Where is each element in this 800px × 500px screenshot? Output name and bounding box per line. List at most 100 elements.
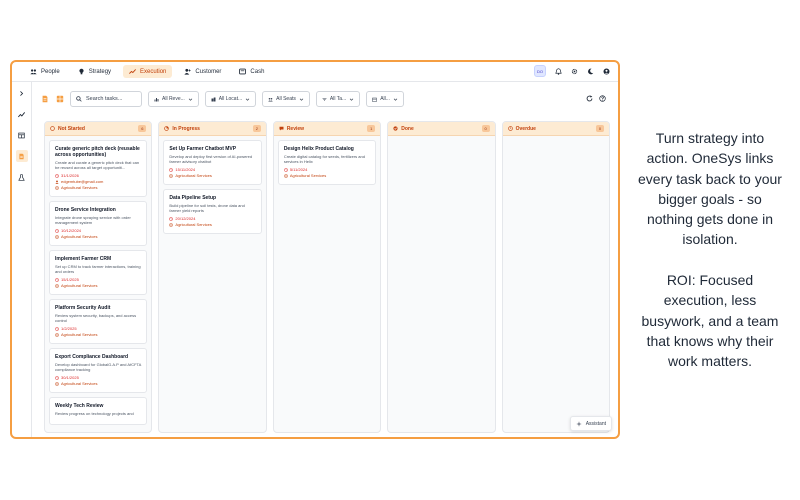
document-view-icon bbox=[42, 95, 47, 103]
task-organization: Agricultural Services bbox=[55, 332, 141, 338]
filter-location[interactable]: All Locat... bbox=[204, 91, 257, 107]
nav-strategy[interactable]: Strategy bbox=[72, 65, 117, 78]
filter-tags-label: All Ta... bbox=[329, 96, 347, 102]
caption-line: Turn strategy into bbox=[655, 130, 765, 146]
circle-outline-icon bbox=[50, 126, 55, 131]
column-header: In Progress 2 bbox=[159, 122, 266, 136]
column-overdue: Overdue 0 bbox=[501, 121, 611, 433]
filter-icon bbox=[322, 97, 327, 101]
caption-line: busywork, and a team bbox=[641, 312, 779, 329]
column-count: 1 bbox=[367, 125, 376, 132]
clock-icon bbox=[55, 327, 59, 331]
chevron-right-icon bbox=[20, 90, 24, 96]
filter-revenue-label: All Reve... bbox=[162, 96, 185, 102]
help-icon[interactable] bbox=[599, 95, 606, 102]
column-in-progress: In Progress 2 Set Up Farmer Chatbot MVP … bbox=[158, 121, 267, 433]
task-title: Design Helix Product Catalog bbox=[283, 146, 354, 152]
task-card[interactable]: Curate generic pitch deck (reusable acro… bbox=[49, 140, 148, 197]
task-title: Export Compliance Dashboard bbox=[55, 354, 129, 360]
nav-strategy-label: Strategy bbox=[88, 68, 112, 75]
building-icon bbox=[211, 97, 216, 101]
line-chart-icon bbox=[18, 111, 25, 117]
column-review: Review 1 Design Helix Product Catalog Cr… bbox=[272, 121, 382, 433]
moon-icon[interactable] bbox=[587, 68, 594, 75]
organization-text: Agricultural Services bbox=[61, 234, 98, 239]
sidebar-item-analytics[interactable] bbox=[16, 108, 28, 120]
target-icon bbox=[55, 235, 59, 239]
filter-seats[interactable]: All Seats bbox=[262, 91, 310, 107]
task-title: Curate generic pitch deck (reusable acro… bbox=[55, 146, 140, 158]
check-circle-icon bbox=[393, 126, 398, 131]
task-title: Weekly Tech Review bbox=[55, 403, 104, 409]
task-card[interactable]: Set Up Farmer Chatbot MVP Develop and de… bbox=[163, 140, 262, 185]
bell-icon[interactable] bbox=[555, 67, 562, 75]
search-input[interactable]: Search tasks... bbox=[70, 91, 142, 107]
organization-text: Agricultural Services bbox=[61, 185, 98, 190]
task-title: Data Pipeline Setup bbox=[169, 195, 217, 201]
progress-icon bbox=[164, 126, 170, 131]
task-title: Set Up Farmer Chatbot MVP bbox=[169, 146, 237, 152]
nav-customer[interactable]: Customer bbox=[178, 65, 227, 78]
organization-text: Agricultural Services bbox=[61, 381, 98, 386]
kanban-board: Not Started 6 Curate generic pitch deck … bbox=[44, 121, 611, 433]
assistant-button[interactable]: Assistant bbox=[569, 416, 612, 431]
column-count: 0 bbox=[596, 125, 605, 132]
wallet-icon bbox=[239, 68, 247, 75]
clock-icon bbox=[507, 126, 513, 131]
task-card[interactable]: Implement Farmer CRM Set up CRM to track… bbox=[49, 250, 148, 295]
nav-customer-label: Customer bbox=[195, 68, 222, 75]
sidebar-item-lab[interactable] bbox=[16, 171, 28, 183]
task-organization: Agricultural Services bbox=[55, 381, 141, 387]
calendar-icon bbox=[372, 97, 377, 102]
gear-icon[interactable] bbox=[571, 68, 578, 75]
column-header: Overdue 0 bbox=[502, 122, 610, 136]
organization-text: Agricultural Services bbox=[175, 173, 212, 178]
workspace-avatar[interactable]: DO bbox=[534, 65, 546, 77]
sidebar-item-tasks[interactable] bbox=[15, 150, 28, 162]
column-title: Done bbox=[401, 125, 414, 132]
account-icon[interactable] bbox=[603, 67, 610, 75]
clock-icon bbox=[283, 168, 288, 172]
sidebar-item-table[interactable] bbox=[16, 129, 28, 141]
column-title: Not Started bbox=[58, 125, 85, 132]
clock-icon bbox=[55, 229, 59, 233]
column-title: Review bbox=[286, 125, 305, 132]
task-card[interactable]: Data Pipeline Setup Build pipeline for s… bbox=[163, 189, 262, 234]
nav-cash-label: Cash bbox=[250, 68, 265, 75]
refresh-icon[interactable] bbox=[586, 95, 593, 102]
filter-date[interactable]: All... bbox=[366, 91, 404, 107]
nav-people[interactable]: People bbox=[24, 65, 66, 78]
column-not-started: Not Started 6 Curate generic pitch deck … bbox=[44, 121, 153, 433]
nav-execution-label: Execution bbox=[140, 68, 167, 75]
target-icon bbox=[169, 174, 174, 178]
task-description: Set up CRM to track farmer interactions,… bbox=[55, 264, 141, 274]
column-title: In Progress bbox=[172, 125, 200, 132]
caption-line: work matters. bbox=[667, 353, 752, 370]
organization-text: Agricultural Services bbox=[61, 332, 98, 337]
marketing-caption-paragraph-1: Turn strategy into action. OneSys links … bbox=[628, 128, 792, 250]
user-plus-icon bbox=[184, 68, 192, 75]
task-description: Develop and deploy first version of AI-p… bbox=[169, 154, 253, 164]
board-view-button[interactable] bbox=[55, 95, 64, 104]
flask-icon bbox=[18, 173, 25, 181]
column-count: 6 bbox=[138, 125, 147, 132]
task-card[interactable]: Weekly Tech Review Review progress on te… bbox=[49, 397, 148, 425]
clock-icon bbox=[55, 174, 59, 178]
filter-revenue[interactable]: All Reve... bbox=[148, 91, 199, 107]
task-card[interactable]: Design Helix Product Catalog Create digi… bbox=[277, 140, 377, 185]
assistant-label: Assistant bbox=[585, 420, 606, 427]
nav-people-label: People bbox=[41, 68, 60, 75]
filter-tags[interactable]: All Ta... bbox=[315, 91, 361, 107]
filter-date-label: All... bbox=[380, 96, 390, 102]
list-view-button[interactable] bbox=[40, 95, 49, 104]
task-card[interactable]: Platform Security Audit Review system se… bbox=[49, 299, 148, 344]
nav-execution[interactable]: Execution bbox=[123, 65, 173, 78]
sidebar-expand-button[interactable] bbox=[16, 87, 28, 99]
task-card[interactable]: Drone Service Integration Integrate dron… bbox=[49, 201, 148, 246]
bar-chart-icon bbox=[154, 97, 159, 101]
nav-cash[interactable]: Cash bbox=[233, 65, 270, 78]
organization-text: Agricultural Services bbox=[175, 222, 212, 227]
task-description: Develop dashboard for GlobalG.A.P and Af… bbox=[55, 362, 142, 372]
lightbulb-icon bbox=[79, 68, 84, 75]
task-card[interactable]: Export Compliance Dashboard Develop dash… bbox=[49, 348, 148, 393]
